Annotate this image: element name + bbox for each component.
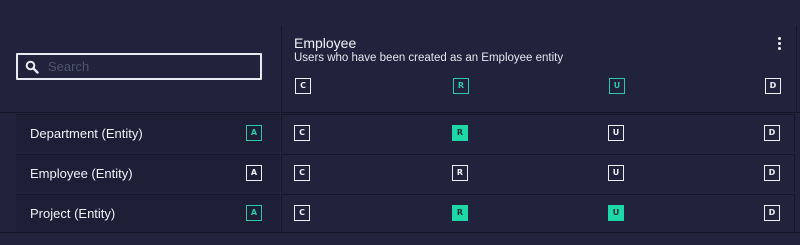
header-update-toggle[interactable]: U (609, 78, 625, 94)
row-perms-employee: C R U D (281, 154, 795, 192)
search-input[interactable] (46, 58, 250, 75)
header-delete-toggle[interactable]: D (765, 78, 781, 94)
read-toggle[interactable]: R (452, 125, 468, 141)
create-toggle[interactable]: C (294, 125, 310, 141)
admin-toggle[interactable]: A (246, 125, 262, 141)
divider (0, 232, 800, 233)
row-label-employee: Employee (Entity) A (16, 154, 280, 192)
row-label-department: Department (Entity) A (16, 114, 280, 152)
delete-toggle[interactable]: D (764, 205, 780, 221)
create-toggle[interactable]: C (294, 205, 310, 221)
read-toggle[interactable]: R (452, 165, 468, 181)
permissions-matrix: Employee Users who have been created as … (0, 0, 800, 245)
update-toggle[interactable]: U (608, 205, 624, 221)
create-toggle[interactable]: C (294, 165, 310, 181)
row-label-text: Department (Entity) (30, 126, 143, 141)
column-header-employee: Employee Users who have been created as … (281, 26, 797, 113)
delete-toggle[interactable]: D (764, 165, 780, 181)
row-label-text: Project (Entity) (30, 206, 116, 221)
search-box[interactable] (16, 53, 262, 80)
header-create-toggle[interactable]: C (295, 78, 311, 94)
row-label-text: Employee (Entity) (30, 166, 133, 181)
header-read-toggle[interactable]: R (453, 78, 469, 94)
row-label-project: Project (Entity) A (16, 194, 280, 232)
delete-toggle[interactable]: D (764, 125, 780, 141)
row-perms-department: C R U D (281, 114, 795, 152)
update-toggle[interactable]: U (608, 165, 624, 181)
divider (0, 112, 800, 113)
column-title: Employee (294, 35, 357, 51)
read-toggle[interactable]: R (452, 205, 468, 221)
row-perms-project: C R U D (281, 194, 795, 232)
admin-toggle[interactable]: A (246, 165, 262, 181)
more-options-icon[interactable] (776, 37, 782, 51)
search-icon (24, 59, 40, 75)
column-subtitle: Users who have been created as an Employ… (294, 52, 564, 64)
update-toggle[interactable]: U (608, 125, 624, 141)
admin-toggle[interactable]: A (246, 205, 262, 221)
